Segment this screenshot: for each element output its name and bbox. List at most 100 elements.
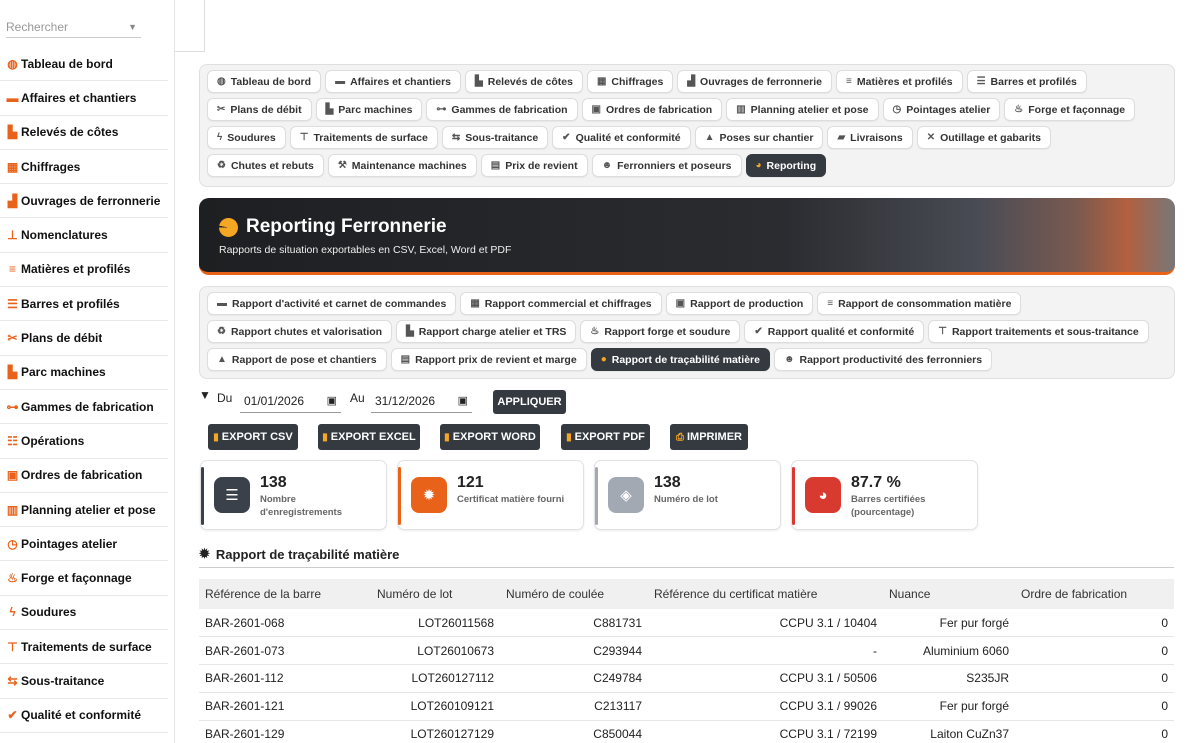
tab-soudures[interactable]: ϟ Soudures (207, 126, 286, 149)
table-cell: LOT260127112 (371, 664, 500, 693)
tab-maintenance-machines[interactable]: ⚒ Maintenance machines (327, 154, 477, 177)
table-row[interactable]: BAR-2601-068 LOT26011568 C881731 CCPU 3.1 /… (199, 609, 1174, 638)
tab-barres-et-profiles[interactable]: ☰ Barres et profilés (966, 70, 1087, 93)
report-tab-rapport-forge-et-soudure[interactable]: ♨ Rapport forge et soudure (580, 320, 741, 343)
sidebar-item-barres-et-profiles[interactable]: ☰ Barres et profilés (0, 287, 168, 322)
tab-tableau-de-bord[interactable]: ◍ Tableau de bord (207, 70, 322, 93)
tab-reporting[interactable]: ◕ Reporting (745, 154, 827, 177)
chart-pie-icon (219, 217, 238, 237)
tab-sous-traitance[interactable]: ⇆ Sous-traitance (441, 126, 549, 149)
releves-de-cotes-icon: ▙ (7, 125, 18, 140)
table-row[interactable]: BAR-2601-129 LOT260127129 C850044 CCPU 3.1 … (199, 720, 1174, 743)
rapport-de-pose-et-chantiers-icon: ▲ (217, 354, 227, 365)
export-pdf-button[interactable]: ▮ EXPORT PDF (561, 424, 650, 450)
column-header[interactable]: Nuance (883, 579, 1015, 609)
tab-label: Barres et profilés (990, 75, 1077, 88)
tab-chutes-et-rebuts[interactable]: ♻ Chutes et rebuts (207, 154, 324, 177)
sidebar-item-tableau-de-bord[interactable]: ◍ Tableau de bord (0, 47, 168, 82)
export-excel-button[interactable]: ▮ EXPORT EXCEL (318, 424, 420, 450)
column-header[interactable]: Référence du certificat matière (648, 579, 883, 609)
report-tab-rapport-chutes-et-valorisation[interactable]: ♻ Rapport chutes et valorisation (207, 320, 393, 343)
print-button[interactable]: ⎙ IMPRIMER (670, 424, 748, 450)
sidebar-item-qualite-et-conformite[interactable]: ✔ Qualité et conformité (0, 699, 168, 733)
tab-poses-sur-chantier[interactable]: ▲ Poses sur chantier (694, 126, 824, 149)
sidebar-item-forge-et-faconnage[interactable]: ♨ Forge et façonnage (0, 561, 168, 596)
sidebar-item-sous-traitance[interactable]: ⇆ Sous-traitance (0, 664, 168, 699)
tab-affaires-et-chantiers[interactable]: ▬ Affaires et chantiers (325, 70, 462, 93)
tab-forge-et-faconnage[interactable]: ♨ Forge et façonnage (1004, 98, 1136, 121)
maintenance-machines-icon: ⚒ (337, 160, 347, 171)
table-row[interactable]: BAR-2601-121 LOT260109121 C213117 CCPU 3.1 … (199, 692, 1174, 721)
to-date-input[interactable]: 31/12/2026 ▣ (371, 389, 472, 413)
tab-planning-atelier-et-pose[interactable]: ▥ Planning atelier et pose (726, 98, 879, 121)
sidebar-item-nomenclatures[interactable]: ⊥ Nomenclatures (0, 218, 168, 253)
table-row[interactable]: BAR-2601-073 LOT26010673 C293944- Aluminium… (199, 636, 1174, 666)
export-word-button[interactable]: ▮ EXPORT WORD (440, 424, 540, 450)
column-header[interactable]: Numéro de coulée (500, 579, 648, 609)
report-tab-rapport-prix-de-revient-et-marge[interactable]: ▤ Rapport prix de revient et marge (390, 348, 587, 371)
tab-traitements-de-surface[interactable]: ⊤ Traitements de surface (289, 126, 438, 149)
tab-outillage-et-gabarits[interactable]: ✕ Outillage et gabarits (916, 126, 1052, 149)
sidebar-item-label: Sous-traitance (21, 673, 105, 688)
report-tab-rapport-qualite-et-conformite[interactable]: ✔ Rapport qualité et conformité (744, 320, 925, 343)
tab-label: Prix de revient (505, 159, 578, 172)
tab-livraisons[interactable]: ▰ Livraisons (827, 126, 913, 149)
soudures-icon: ϟ (9, 605, 16, 620)
tab-matieres-et-profiles[interactable]: ≡ Matières et profilés (836, 70, 963, 93)
tab-releves-de-cotes[interactable]: ▙ Relevés de côtes (465, 70, 583, 93)
tab-gammes-de-fabrication[interactable]: ⊶ Gammes de fabrication (426, 98, 578, 121)
tableau-de-bord-icon: ◍ (7, 56, 18, 71)
table-cell: BAR-2601-068 (199, 609, 371, 638)
chevron-down-icon[interactable]: ▼ (128, 16, 137, 38)
tab-label: Rapport traitements et sous-traitance (951, 325, 1139, 338)
tab-prix-de-revient[interactable]: ▤ Prix de revient (480, 154, 588, 177)
sidebar-item-chiffrages[interactable]: ▦ Chiffrages (0, 150, 168, 185)
sidebar-item-ouvrages-de-ferronnerie[interactable]: ▟ Ouvrages de ferronnerie (0, 184, 168, 219)
sidebar-item-operations[interactable]: ☷ Opérations (0, 424, 168, 459)
report-tab-rapport-de-pose-et-chantiers[interactable]: ▲ Rapport de pose et chantiers (207, 348, 387, 371)
tab-ferronniers-et-poseurs[interactable]: ☻ Ferronniers et poseurs (591, 154, 742, 177)
calendar-icon[interactable]: ▣ (327, 389, 337, 413)
report-tab-rapport-charge-atelier-et-trs[interactable]: ▙ Rapport charge atelier et TRS (396, 320, 577, 343)
report-tab-rapport-de-consommation-matiere[interactable]: ≡ Rapport de consommation matière (817, 292, 1022, 315)
report-tab-rapport-d-activite-et-carnet-de-commandes[interactable]: ▬ Rapport d'activité et carnet de command… (207, 292, 457, 315)
tab-ouvrages-de-ferronnerie[interactable]: ▟ Ouvrages de ferronnerie (677, 70, 833, 93)
report-tab-rapport-de-production[interactable]: ▣ Rapport de production (665, 292, 814, 315)
tab-parc-machines[interactable]: ▙ Parc machines (315, 98, 423, 121)
reporting-icon: ◕ (755, 160, 762, 171)
export-csv-button[interactable]: ▮ EXPORT CSV (208, 424, 298, 450)
stat-value: 121 (457, 474, 484, 491)
sidebar-item-soudures[interactable]: ϟ Soudures (0, 596, 168, 631)
sidebar-item-parc-machines[interactable]: ▙ Parc machines (0, 356, 168, 390)
banner-title-text: Reporting Ferronnerie (246, 216, 447, 237)
report-tab-rapport-commercial-et-chiffrages[interactable]: ▦ Rapport commercial et chiffrages (460, 292, 662, 315)
tab-ordres-de-fabrication[interactable]: ▣ Ordres de fabrication (581, 98, 723, 121)
apply-button[interactable]: APPLIQUER (493, 390, 566, 414)
search-input[interactable]: Rechercher ▼ (6, 16, 141, 38)
sidebar-item-gammes-de-fabrication[interactable]: ⊶ Gammes de fabrication (0, 390, 168, 425)
stat-card: ☰ 138 Nombre d'enregistrements (200, 460, 387, 530)
sidebar-item-ordres-de-fabrication[interactable]: ▣ Ordres de fabrication (0, 459, 168, 493)
column-header[interactable]: Ordre de fabrication (1015, 579, 1174, 609)
table-row[interactable]: BAR-2601-112 LOT260127112 C249784 CCPU 3.1 … (199, 664, 1174, 693)
report-tab-rapport-traitements-et-sous-traitance[interactable]: ⊤ Rapport traitements et sous-traitance (928, 320, 1149, 343)
report-tab-rapport-productivite-des-ferronniers[interactable]: ☻ Rapport productivité des ferronniers (773, 348, 993, 371)
sidebar-item-releves-de-cotes[interactable]: ▙ Relevés de côtes (0, 116, 168, 150)
tab-qualite-et-conformite[interactable]: ✔ Qualité et conformité (552, 126, 691, 149)
column-header[interactable]: Numéro de lot (371, 579, 500, 609)
calendar-icon[interactable]: ▣ (458, 389, 468, 413)
sidebar-item-matieres-et-profiles[interactable]: ≡ Matières et profilés (0, 253, 168, 288)
sidebar-item-plans-de-debit[interactable]: ✂ Plans de débit (0, 321, 168, 356)
column-header[interactable]: Référence de la barre (199, 579, 371, 609)
sidebar-item-affaires-et-chantiers[interactable]: ▬ Affaires et chantiers (0, 81, 168, 116)
tab-chiffrages[interactable]: ▦ Chiffrages (586, 70, 674, 93)
sidebar-item-planning-atelier-et-pose[interactable]: ▥ Planning atelier et pose (0, 493, 168, 528)
tab-pointages-atelier[interactable]: ◷ Pointages atelier (882, 98, 1001, 121)
from-date-input[interactable]: 01/01/2026 ▣ (240, 389, 341, 413)
table-cell: C850044 (500, 720, 648, 743)
report-tab-rapport-de-tracabilite-matiere[interactable]: ● Rapport de traçabilité matière (590, 348, 770, 371)
tab-plans-de-debit[interactable]: ✂ Plans de débit (207, 98, 312, 121)
sidebar-item-pointages-atelier[interactable]: ◷ Pointages atelier (0, 527, 168, 562)
sidebar-item-traitements-de-surface[interactable]: ⊤ Traitements de surface (0, 630, 168, 665)
export-pdf-label: EXPORT PDF (574, 431, 645, 443)
